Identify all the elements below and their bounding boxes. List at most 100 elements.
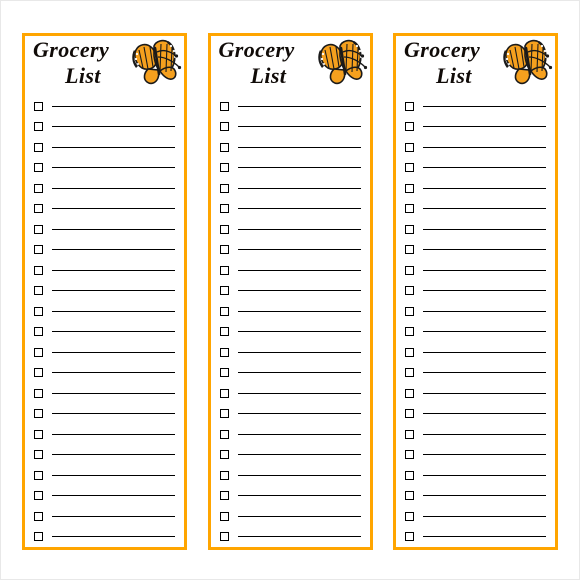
row-checkbox-20[interactable] xyxy=(405,491,414,501)
row-checkbox-1[interactable] xyxy=(34,101,43,111)
row-write-line-12[interactable] xyxy=(237,331,361,333)
row-write-line-15[interactable] xyxy=(52,392,175,394)
row-checkbox-19[interactable] xyxy=(219,470,229,480)
row-checkbox-18[interactable] xyxy=(405,450,414,460)
row-write-line-5[interactable] xyxy=(237,187,361,189)
row-write-line-11[interactable] xyxy=(237,310,361,312)
row-checkbox-11[interactable] xyxy=(34,306,43,316)
row-checkbox-21[interactable] xyxy=(34,511,43,521)
row-write-line-20[interactable] xyxy=(423,495,546,497)
row-checkbox-13[interactable] xyxy=(34,347,43,357)
row-write-line-7[interactable] xyxy=(52,228,175,230)
row-checkbox-2[interactable] xyxy=(34,122,43,132)
row-checkbox-15[interactable] xyxy=(219,388,229,398)
row-checkbox-15[interactable] xyxy=(405,388,414,398)
row-write-line-18[interactable] xyxy=(52,454,175,456)
row-checkbox-4[interactable] xyxy=(405,163,414,173)
row-write-line-18[interactable] xyxy=(423,454,546,456)
row-checkbox-4[interactable] xyxy=(219,163,229,173)
row-write-line-1[interactable] xyxy=(423,105,546,107)
row-checkbox-16[interactable] xyxy=(34,409,43,419)
row-checkbox-13[interactable] xyxy=(405,347,414,357)
row-write-line-13[interactable] xyxy=(423,351,546,353)
row-write-line-16[interactable] xyxy=(52,413,175,415)
row-write-line-2[interactable] xyxy=(237,126,361,128)
row-write-line-7[interactable] xyxy=(423,228,546,230)
row-checkbox-10[interactable] xyxy=(34,286,43,296)
row-write-line-6[interactable] xyxy=(423,208,546,210)
row-checkbox-18[interactable] xyxy=(34,450,43,460)
row-checkbox-9[interactable] xyxy=(405,265,414,275)
row-checkbox-5[interactable] xyxy=(219,183,229,193)
row-checkbox-3[interactable] xyxy=(219,142,229,152)
row-write-line-9[interactable] xyxy=(52,269,175,271)
row-checkbox-2[interactable] xyxy=(405,122,414,132)
row-write-line-13[interactable] xyxy=(237,351,361,353)
row-checkbox-8[interactable] xyxy=(34,245,43,255)
row-checkbox-13[interactable] xyxy=(219,347,229,357)
row-write-line-18[interactable] xyxy=(237,454,361,456)
row-checkbox-11[interactable] xyxy=(219,306,229,316)
row-write-line-16[interactable] xyxy=(237,413,361,415)
row-checkbox-4[interactable] xyxy=(34,163,43,173)
row-checkbox-8[interactable] xyxy=(405,245,414,255)
row-checkbox-17[interactable] xyxy=(219,429,229,439)
row-checkbox-10[interactable] xyxy=(219,286,229,296)
row-write-line-15[interactable] xyxy=(237,392,361,394)
row-checkbox-16[interactable] xyxy=(219,409,229,419)
row-checkbox-16[interactable] xyxy=(405,409,414,419)
row-write-line-8[interactable] xyxy=(423,249,546,251)
row-checkbox-10[interactable] xyxy=(405,286,414,296)
row-write-line-3[interactable] xyxy=(423,146,546,148)
row-checkbox-22[interactable] xyxy=(34,532,43,542)
row-write-line-22[interactable] xyxy=(52,536,175,538)
row-checkbox-14[interactable] xyxy=(34,368,43,378)
row-write-line-22[interactable] xyxy=(423,536,546,538)
row-write-line-10[interactable] xyxy=(237,290,361,292)
row-checkbox-21[interactable] xyxy=(219,511,229,521)
row-write-line-8[interactable] xyxy=(237,249,361,251)
row-checkbox-3[interactable] xyxy=(405,142,414,152)
row-write-line-4[interactable] xyxy=(52,167,175,169)
row-write-line-7[interactable] xyxy=(237,228,361,230)
row-checkbox-7[interactable] xyxy=(219,224,229,234)
row-checkbox-3[interactable] xyxy=(34,142,43,152)
row-checkbox-5[interactable] xyxy=(405,183,414,193)
row-checkbox-12[interactable] xyxy=(219,327,229,337)
row-write-line-19[interactable] xyxy=(52,474,175,476)
row-write-line-14[interactable] xyxy=(237,372,361,374)
row-checkbox-8[interactable] xyxy=(219,245,229,255)
row-checkbox-21[interactable] xyxy=(405,511,414,521)
row-checkbox-2[interactable] xyxy=(219,122,229,132)
row-write-line-14[interactable] xyxy=(52,372,175,374)
row-write-line-17[interactable] xyxy=(52,433,175,435)
row-checkbox-11[interactable] xyxy=(405,306,414,316)
row-write-line-21[interactable] xyxy=(237,515,361,517)
row-checkbox-17[interactable] xyxy=(405,429,414,439)
row-write-line-21[interactable] xyxy=(52,515,175,517)
row-write-line-19[interactable] xyxy=(423,474,546,476)
row-write-line-1[interactable] xyxy=(52,105,175,107)
row-checkbox-18[interactable] xyxy=(219,450,229,460)
row-checkbox-14[interactable] xyxy=(219,368,229,378)
row-checkbox-9[interactable] xyxy=(219,265,229,275)
row-write-line-12[interactable] xyxy=(52,331,175,333)
row-write-line-12[interactable] xyxy=(423,331,546,333)
row-checkbox-19[interactable] xyxy=(405,470,414,480)
row-write-line-22[interactable] xyxy=(237,536,361,538)
row-write-line-6[interactable] xyxy=(52,208,175,210)
row-write-line-21[interactable] xyxy=(423,515,546,517)
row-write-line-10[interactable] xyxy=(423,290,546,292)
row-checkbox-17[interactable] xyxy=(34,429,43,439)
row-write-line-17[interactable] xyxy=(237,433,361,435)
row-checkbox-20[interactable] xyxy=(219,491,229,501)
row-write-line-19[interactable] xyxy=(237,474,361,476)
row-write-line-4[interactable] xyxy=(237,167,361,169)
row-write-line-15[interactable] xyxy=(423,392,546,394)
row-checkbox-7[interactable] xyxy=(34,224,43,234)
row-checkbox-1[interactable] xyxy=(219,101,229,111)
row-checkbox-12[interactable] xyxy=(405,327,414,337)
row-write-line-3[interactable] xyxy=(52,146,175,148)
row-write-line-1[interactable] xyxy=(237,105,361,107)
row-write-line-2[interactable] xyxy=(423,126,546,128)
